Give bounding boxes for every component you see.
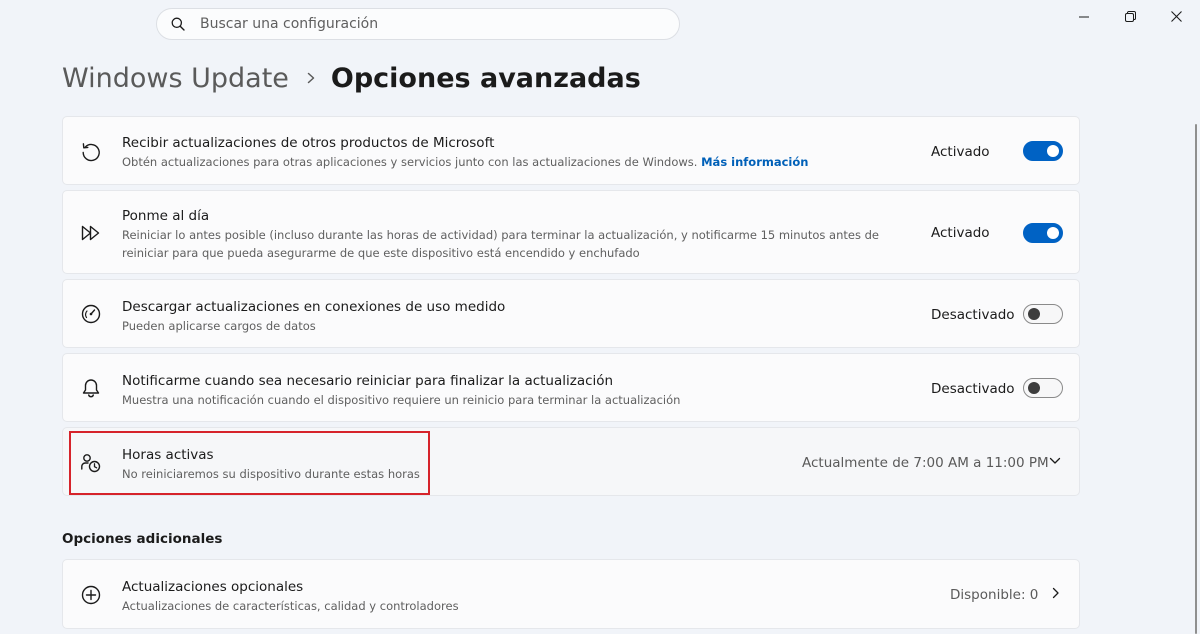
setting-description: Actualizaciones de características, cali… bbox=[122, 599, 459, 613]
setting-text: Horas activas No reiniciaremos su dispos… bbox=[122, 446, 892, 483]
toggle-knob bbox=[1028, 382, 1040, 394]
add-circle-icon bbox=[80, 584, 102, 606]
close-icon bbox=[1170, 7, 1182, 26]
setting-description: Pueden aplicarse cargos de datos bbox=[122, 319, 316, 333]
toggle-switch[interactable] bbox=[1023, 378, 1063, 398]
toggle-state-label: Activado bbox=[931, 225, 990, 241]
setting-text: Recibir actualizaciones de otros product… bbox=[122, 134, 892, 171]
setting-restart-notification: Notificarme cuando sea necesario reinici… bbox=[62, 353, 1080, 422]
setting-title: Actualizaciones opcionales bbox=[122, 579, 304, 595]
minimize-icon bbox=[1079, 7, 1089, 26]
setting-description: Obtén actualizaciones para otras aplicac… bbox=[122, 155, 809, 169]
toggle-knob bbox=[1028, 308, 1040, 320]
setting-title: Notificarme cuando sea necesario reinici… bbox=[122, 373, 614, 389]
setting-text: Ponme al día Reiniciar lo antes posible … bbox=[122, 207, 892, 262]
setting-metered-connections: Descargar actualizaciones en conexiones … bbox=[62, 279, 1080, 348]
toggle-knob bbox=[1047, 145, 1059, 157]
setting-description: No reiniciaremos su dispositivo durante … bbox=[122, 467, 420, 481]
fast-forward-icon bbox=[80, 222, 102, 244]
search-box[interactable] bbox=[156, 8, 680, 40]
chevron-down-icon[interactable] bbox=[1049, 457, 1061, 465]
clock-person-icon bbox=[80, 452, 102, 474]
setting-title: Horas activas bbox=[122, 447, 214, 463]
toggle-state-label: Desactivado bbox=[931, 307, 1015, 323]
restore-button[interactable] bbox=[1107, 0, 1153, 32]
setting-description: Reiniciar lo antes posible (incluso dura… bbox=[122, 228, 879, 260]
setting-text: Descargar actualizaciones en conexiones … bbox=[122, 298, 892, 335]
bell-icon bbox=[80, 377, 102, 399]
setting-active-hours[interactable]: Horas activas No reiniciaremos su dispos… bbox=[62, 427, 1080, 496]
chevron-right-icon bbox=[1052, 587, 1060, 599]
setting-title: Ponme al día bbox=[122, 208, 210, 224]
search-icon bbox=[170, 16, 186, 32]
setting-title: Recibir actualizaciones de otros product… bbox=[122, 135, 495, 151]
breadcrumb-parent[interactable]: Windows Update bbox=[62, 63, 289, 94]
restore-icon bbox=[1124, 7, 1136, 26]
toggle-state-label: Desactivado bbox=[931, 381, 1015, 397]
setting-description: Muestra una notificación cuando el dispo… bbox=[122, 393, 681, 407]
breadcrumb: Windows Update Opciones avanzadas bbox=[62, 56, 641, 100]
minimize-button[interactable] bbox=[1061, 0, 1107, 32]
scrollbar[interactable] bbox=[1195, 124, 1197, 634]
gauge-icon bbox=[80, 303, 102, 325]
page-title: Opciones avanzadas bbox=[330, 62, 641, 94]
chevron-right-icon bbox=[307, 72, 315, 84]
toggle-switch[interactable] bbox=[1023, 141, 1063, 161]
section-heading: Opciones adicionales bbox=[62, 531, 223, 547]
refresh-icon bbox=[80, 141, 102, 163]
setting-get-up-to-date: Ponme al día Reiniciar lo antes posible … bbox=[62, 190, 1080, 274]
toggle-knob bbox=[1047, 227, 1059, 239]
toggle-state-label: Activado bbox=[931, 144, 990, 160]
toggle-switch[interactable] bbox=[1023, 223, 1063, 243]
setting-text: Actualizaciones opcionales Actualizacion… bbox=[122, 578, 892, 615]
optional-updates-count: Disponible: 0 bbox=[950, 587, 1039, 603]
setting-title: Descargar actualizaciones en conexiones … bbox=[122, 299, 506, 315]
active-hours-value: Actualmente de 7:00 AM a 11:00 PM bbox=[802, 455, 1049, 471]
close-button[interactable] bbox=[1153, 0, 1199, 32]
optional-updates-item[interactable]: Actualizaciones opcionales Actualizacion… bbox=[62, 559, 1080, 629]
more-info-link[interactable]: Más información bbox=[701, 155, 808, 169]
setting-text: Notificarme cuando sea necesario reinici… bbox=[122, 372, 892, 409]
search-input[interactable] bbox=[198, 15, 642, 33]
setting-other-products: Recibir actualizaciones de otros product… bbox=[62, 116, 1080, 185]
settings-page: Windows Update Opciones avanzadas Recibi… bbox=[0, 0, 1200, 634]
toggle-switch[interactable] bbox=[1023, 304, 1063, 324]
